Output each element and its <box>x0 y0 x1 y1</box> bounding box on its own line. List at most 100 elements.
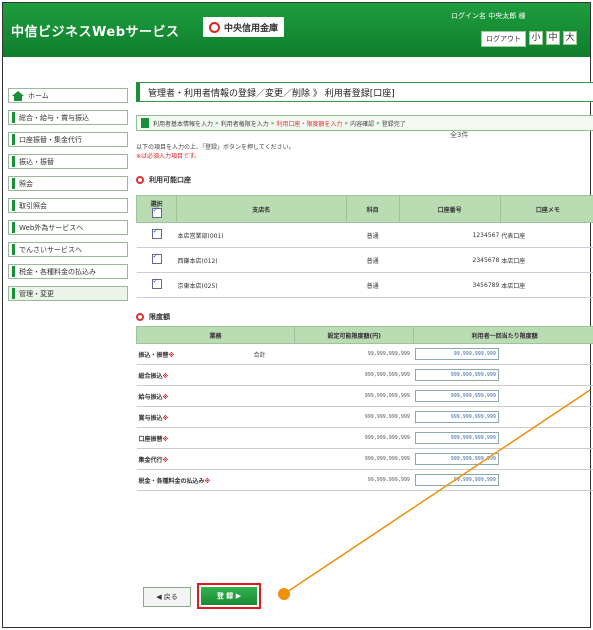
step-arrow-icon: » <box>270 119 275 127</box>
column-header-memo: 口座メモ <box>499 195 593 223</box>
limit-input[interactable]: 99,999,999,999 <box>414 474 499 486</box>
font-medium-button[interactable]: 中 <box>546 31 560 45</box>
register-button[interactable]: 登 録 ▶ <box>201 587 257 605</box>
table-row: 集金代行※ 999,999,999,999 999,999,999,999 <box>136 448 593 470</box>
column-header-user-limit: 利用者一回当たり限度額 <box>413 326 593 344</box>
sidebar-item-label: でんさいサービスへ <box>19 245 82 254</box>
bullet-bar-icon <box>12 222 15 233</box>
service-brand: 中信ビジネスWebサービス <box>11 25 180 40</box>
column-header-max: 設定可能限度額(円) <box>294 326 415 344</box>
step-5: 登録完了 <box>381 120 406 128</box>
account-table: 選択 支店名 科目 口座番号 口座メモ 本店営業部(001) 普通 123456… <box>136 195 593 298</box>
section-bullet-icon <box>136 176 144 184</box>
app-header: 中信ビジネスWebサービス 中央信用金庫 ログイン名 中央太郎 様 ログアウト … <box>3 3 590 57</box>
home-icon <box>12 90 24 101</box>
required-mark: ※ <box>162 456 169 464</box>
column-header-number: 口座番号 <box>398 195 501 223</box>
sidebar-item-label: 取引照会 <box>19 201 47 210</box>
table-row: 振込・振替※ 合計 99,999,999,999 99,999,999,999 <box>136 343 593 365</box>
step-arrow-icon: » <box>344 119 349 127</box>
table-row: 口座振替※ 999,999,999,999 999,999,999,999 <box>136 427 593 449</box>
max-amount: 99,999,999,999 <box>294 469 414 491</box>
table-header-row: 業務 設定可能限度額(円) 利用者一回当たり限度額 <box>135 326 593 344</box>
account-count: 全3件 <box>450 131 469 139</box>
type-cell: 普通 <box>346 247 400 273</box>
memo-cell: 本店口座 <box>500 272 593 298</box>
sidebar-item-transaction-inquiry[interactable]: 取引照会 <box>8 198 128 213</box>
sidebar-item-label: 口座振替・集金代行 <box>19 135 82 144</box>
back-arrow-icon: ◀ <box>156 593 164 601</box>
sidebar-item-transfer[interactable]: 振込・振替 <box>8 154 128 169</box>
required-mark: ※ <box>168 351 175 359</box>
sidebar-item-label: 振込・振替 <box>19 157 54 166</box>
table-row: 西鎌本店(012) 普通 2345678 本店口座 <box>136 247 593 273</box>
action-buttons: ◀ 戻る 登 録 ▶ <box>143 583 261 609</box>
logout-button[interactable]: ログアウト <box>481 31 526 47</box>
sidebar-item-management[interactable]: 管理・変更 <box>8 286 128 301</box>
memo-cell: 本店口座 <box>500 247 593 273</box>
page-title: 管理者・利用者情報の登録／変更／削除 》 利用者登録[口座] <box>136 82 593 102</box>
max-amount: 999,999,999,999 <box>294 364 414 386</box>
step-4: 内容確認 <box>350 120 375 128</box>
account-checkbox[interactable] <box>151 227 162 239</box>
bank-name: 中央信用金庫 <box>224 23 279 34</box>
limit-input[interactable]: 99,999,999,999 <box>414 348 499 360</box>
forward-arrow-icon: ▶ <box>233 592 242 600</box>
required-note: ※は必須入力項目です。 <box>136 153 201 160</box>
business-name: 総合振込 <box>138 372 163 380</box>
max-amount: 999,999,999,999 <box>294 385 414 407</box>
business-name: 口座振替 <box>138 435 163 443</box>
bullet-bar-icon <box>12 156 15 167</box>
sidebar-item-tax-payment[interactable]: 税金・各種料金の払込み <box>8 264 128 279</box>
limit-input[interactable]: 999,999,999,999 <box>414 369 499 381</box>
sidebar-item-densai[interactable]: でんさいサービスへ <box>8 242 128 257</box>
sidebar-item-payroll[interactable]: 総合・給与・賞与振込 <box>8 110 128 125</box>
table-header-row: 選択 支店名 科目 口座番号 口座メモ <box>136 195 593 223</box>
limit-input[interactable]: 999,999,999,999 <box>414 390 499 402</box>
font-small-button[interactable]: 小 <box>529 31 543 45</box>
table-row: 賞与振込※ 999,999,999,999 999,999,999,999 <box>136 406 593 428</box>
sidebar-item-label: Web外為サービスへ <box>19 223 84 232</box>
table-row: 本店営業部(001) 普通 1234567 代表口座 <box>136 222 593 248</box>
account-checkbox[interactable] <box>151 277 162 289</box>
sidebar-item-label: 管理・変更 <box>19 289 54 298</box>
back-button[interactable]: ◀ 戻る <box>143 587 191 607</box>
bullet-bar-icon <box>12 266 15 277</box>
limit-input[interactable]: 999,999,999,999 <box>414 432 499 444</box>
sidebar-item-label: ホーム <box>28 91 49 100</box>
sidebar-item-forex[interactable]: Web外為サービスへ <box>8 220 128 235</box>
sidebar-item-label: 照会 <box>19 179 33 188</box>
font-large-button[interactable]: 大 <box>563 31 577 45</box>
limit-table: 業務 設定可能限度額(円) 利用者一回当たり限度額 振込・振替※ 合計 99,9… <box>135 326 593 491</box>
sidebar: ホーム 総合・給与・賞与振込 口座振替・集金代行 振込・振替 照会 取引照会 W… <box>8 88 128 308</box>
sidebar-item-inquiry[interactable]: 照会 <box>8 176 128 191</box>
bullet-bar-icon <box>12 244 15 255</box>
account-section-title: 利用可能口座 <box>149 176 191 184</box>
instruction-line: 以下の項目を入力の上、「登録」ボタンを押してください。 <box>136 144 295 151</box>
branch-cell: 京東本店(025) <box>176 272 347 298</box>
select-all-checkbox[interactable] <box>151 206 162 218</box>
business-sub: 合計 <box>252 343 295 365</box>
limit-input[interactable]: 999,999,999,999 <box>414 453 499 465</box>
bank-badge: 中央信用金庫 <box>203 17 285 37</box>
step-1: 利用者基本情報を入力 <box>153 120 214 128</box>
step-indicator: 利用者基本情報を入力» 利用者権限を入力» 利用口座・限度額を入力» 内容確認»… <box>136 115 593 131</box>
bank-logo-icon <box>209 21 220 33</box>
bullet-bar-icon <box>12 134 15 145</box>
main-content: 管理者・利用者情報の登録／変更／削除 》 利用者登録[口座] 利用者基本情報を入… <box>135 82 593 491</box>
account-checkbox[interactable] <box>151 252 162 264</box>
sidebar-item-home[interactable]: ホーム <box>8 88 128 103</box>
max-amount: 999,999,999,999 <box>294 406 414 428</box>
column-header-type: 科目 <box>345 195 400 223</box>
number-cell: 3456789 <box>399 272 501 298</box>
table-row: 京東本店(025) 普通 3456789 本店口座 <box>136 272 593 298</box>
business-name: 集金代行 <box>138 456 163 464</box>
instructions: 以下の項目を入力の上、「登録」ボタンを押してください。 ※は必須入力項目です。 <box>136 143 593 161</box>
sidebar-item-transfer-collection[interactable]: 口座振替・集金代行 <box>8 132 128 147</box>
required-mark: ※ <box>162 414 169 422</box>
limit-input[interactable]: 999,999,999,999 <box>414 411 499 423</box>
business-name: 税金・各種料金の払込み <box>138 477 205 485</box>
required-mark: ※ <box>162 372 169 380</box>
required-mark: ※ <box>162 435 169 443</box>
bullet-bar-icon <box>12 200 15 211</box>
